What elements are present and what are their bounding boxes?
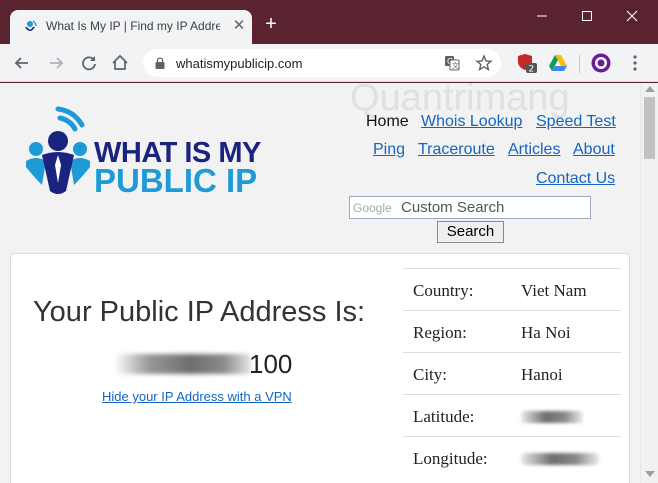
lock-icon <box>155 57 165 69</box>
tab-title: What Is My IP | Find my IP Addre <box>46 19 220 33</box>
site-logo-icon[interactable] <box>22 105 94 199</box>
scroll-up-arrow-icon[interactable] <box>645 86 655 92</box>
search-placeholder: Custom Search <box>401 199 505 216</box>
site-favicon-icon <box>25 20 37 31</box>
geo-label: City: <box>413 365 448 384</box>
tab-close-icon[interactable]: ✕ <box>229 16 249 36</box>
browser-tab[interactable]: What Is My IP | Find my IP Addre ✕ <box>10 10 252 44</box>
minimize-icon[interactable] <box>530 6 554 26</box>
translate-icon[interactable]: G 文 <box>443 54 461 72</box>
geo-value: Ha Noi <box>521 323 571 342</box>
longitude-blurred <box>521 453 599 465</box>
geo-label: Latitude: <box>413 407 475 426</box>
page-background: Quantrimang WHAT IS MY PUBLIC IP Home Wh… <box>0 83 640 483</box>
nav-traceroute[interactable]: Traceroute <box>418 141 495 159</box>
geo-row-city: City: Hanoi <box>403 352 621 394</box>
scrollbar-thumb[interactable] <box>644 97 655 159</box>
geo-label: Longitude: <box>413 449 488 468</box>
new-tab-icon[interactable]: + <box>260 13 282 35</box>
window-close-icon[interactable] <box>620 6 644 26</box>
nav-speed-test[interactable]: Speed Test <box>536 113 616 131</box>
hide-ip-vpn-link[interactable]: Hide your IP Address with a VPN <box>102 389 292 404</box>
home-icon[interactable] <box>109 52 131 74</box>
google-drive-icon[interactable] <box>547 52 569 74</box>
logo-text-bottom: PUBLIC IP <box>94 162 258 199</box>
nav-ping[interactable]: Ping <box>373 141 405 159</box>
back-icon[interactable] <box>11 52 33 74</box>
nav-home[interactable]: Home <box>366 113 409 131</box>
nav-contact-us[interactable]: Contact Us <box>536 170 615 188</box>
geo-table: Country: Viet Nam Region: Ha Noi City: H… <box>403 268 621 478</box>
title-bar: What Is My IP | Find my IP Addre ✕ + <box>0 0 658 44</box>
nav-articles[interactable]: Articles <box>508 141 560 159</box>
extension-badge-count: 2 <box>529 65 535 75</box>
address-bar[interactable]: whatismypublicip.com G 文 <box>143 49 501 77</box>
ublock-extension-icon[interactable]: 2 <box>516 52 538 74</box>
google-search-brand: Google <box>353 201 392 215</box>
geo-row-country: Country: Viet Nam <box>403 268 621 310</box>
ip-address-suffix: 100 <box>249 349 293 379</box>
page-scrollbar[interactable] <box>640 83 658 483</box>
reload-icon[interactable] <box>78 52 100 74</box>
page-viewport: Quantrimang WHAT IS MY PUBLIC IP Home Wh… <box>0 83 658 483</box>
geo-row-latitude: Latitude: <box>403 394 621 436</box>
search-button[interactable]: Search <box>437 221 504 243</box>
nav-about[interactable]: About <box>573 141 615 159</box>
geo-label: Region: <box>413 323 467 342</box>
browser-toolbar: whatismypublicip.com G 文 2 <box>0 44 658 82</box>
nav-whois-lookup[interactable]: Whois Lookup <box>421 113 522 131</box>
profile-avatar-icon[interactable] <box>590 52 612 74</box>
ip-heading: Your Public IP Address Is: <box>33 296 366 328</box>
geo-row-longitude: Longitude: <box>403 436 621 478</box>
maximize-icon[interactable] <box>575 6 599 26</box>
geo-value: Viet Nam <box>521 281 587 300</box>
toolbar-divider <box>579 55 580 73</box>
ip-info-card: Your Public IP Address Is: 100 Hide your… <box>10 253 630 483</box>
forward-icon[interactable] <box>45 52 67 74</box>
menu-kebab-icon[interactable] <box>624 52 646 74</box>
ip-address-blurred <box>114 354 251 374</box>
bookmark-star-icon[interactable] <box>475 54 493 72</box>
custom-search-input[interactable]: Google Custom Search <box>349 196 591 219</box>
scroll-down-arrow-icon[interactable] <box>645 471 655 477</box>
svg-text:文: 文 <box>452 61 459 70</box>
geo-row-region: Region: Ha Noi <box>403 310 621 352</box>
latitude-blurred <box>521 411 583 423</box>
geo-value: Hanoi <box>521 365 563 384</box>
url-text: whatismypublicip.com <box>176 56 303 71</box>
geo-label: Country: <box>413 281 474 300</box>
